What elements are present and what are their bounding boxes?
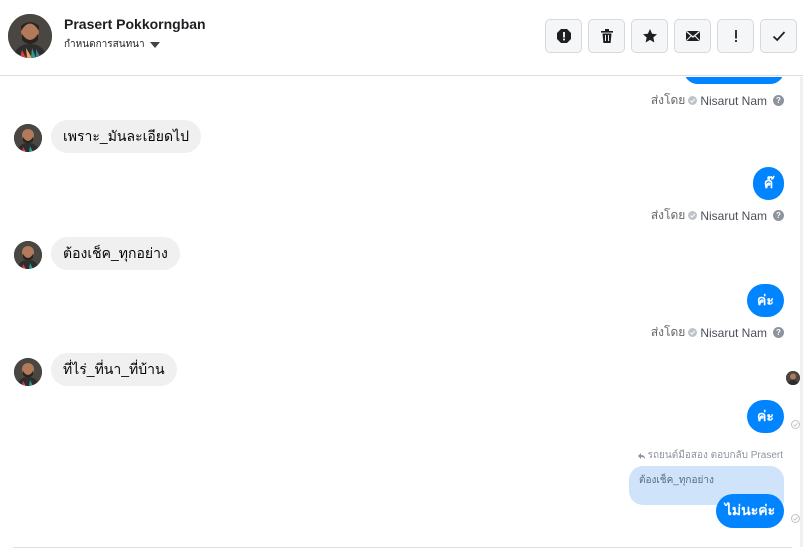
- sent-by-label: ส่งโดย Nisarut Nam ?: [651, 323, 784, 342]
- quoted-text: ต้องเช็ค_ทุกอย่าง: [639, 475, 714, 486]
- delivered-icon: [791, 420, 800, 429]
- avatar: [14, 124, 42, 152]
- checkmark-icon: [772, 31, 785, 42]
- contact-name[interactable]: Prasert Pokkorngban: [64, 16, 206, 32]
- reply-header: รถยนต์มือสอง ตอบกลับ Prasert: [637, 448, 783, 463]
- conversation-settings[interactable]: กำหนดการสนทนา: [64, 37, 160, 52]
- help-icon[interactable]: ?: [773, 210, 784, 221]
- message-bubble-outgoing[interactable]: ค่ะ: [747, 400, 784, 433]
- divider: [13, 547, 792, 548]
- check-circle-icon: [688, 211, 698, 220]
- delivered-icon: [791, 514, 800, 523]
- message-thread[interactable]: ส่งโดย Nisarut Nam ? เพราะ_มันละเอียดไป …: [0, 77, 803, 547]
- seen-avatar: [786, 371, 800, 385]
- help-icon[interactable]: ?: [773, 327, 784, 338]
- message-bubble-incoming[interactable]: เพราะ_มันละเอียดไป: [51, 120, 202, 153]
- reply-arrow-icon: [637, 452, 645, 459]
- sent-by-label: ส่งโดย Nisarut Nam ?: [651, 206, 784, 225]
- header-actions: [545, 19, 797, 53]
- contact-avatar[interactable]: [8, 14, 52, 58]
- envelope-icon: [685, 31, 700, 41]
- star-button[interactable]: [631, 19, 668, 53]
- avatar: [14, 358, 42, 386]
- caret-down-icon: [149, 41, 160, 48]
- delete-button[interactable]: [588, 19, 625, 53]
- message-bubble-outgoing[interactable]: ค๊: [753, 167, 784, 200]
- spam-button[interactable]: [717, 19, 754, 53]
- sent-by-label: ส่งโดย Nisarut Nam ?: [651, 91, 784, 110]
- star-icon: [642, 29, 657, 43]
- message-bubble-outgoing[interactable]: ค่ะ: [747, 284, 784, 317]
- report-button[interactable]: [545, 19, 582, 53]
- check-circle-icon: [688, 328, 698, 337]
- exclamation-icon: [734, 30, 737, 42]
- help-icon[interactable]: ?: [773, 95, 784, 106]
- report-icon: [556, 29, 571, 43]
- mark-done-button[interactable]: [760, 19, 797, 53]
- message-bubble-incoming[interactable]: ที่ไร่_ที่นา_ที่บ้าน: [51, 353, 177, 386]
- message-bubble-outgoing[interactable]: ไม่นะค่ะ: [716, 494, 784, 528]
- message-bubble-outgoing[interactable]: [684, 77, 784, 84]
- check-circle-icon: [688, 96, 698, 105]
- trash-icon: [600, 29, 613, 43]
- message-bubble-incoming[interactable]: ต้องเช็ค_ทุกอย่าง: [51, 237, 180, 270]
- mark-unread-button[interactable]: [674, 19, 711, 53]
- avatar: [14, 241, 42, 269]
- conversation-settings-label: กำหนดการสนทนา: [64, 39, 145, 50]
- conversation-header: Prasert Pokkorngban กำหนดการสนทนา: [0, 0, 803, 76]
